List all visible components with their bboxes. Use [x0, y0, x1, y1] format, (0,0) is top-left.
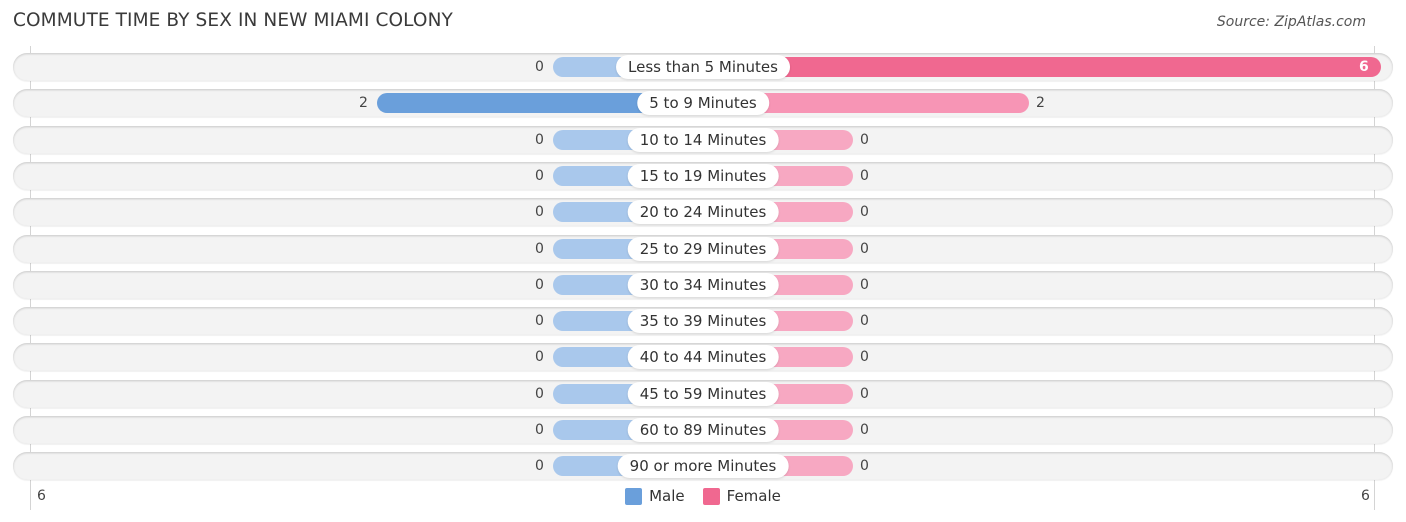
- value-label-male: 0: [535, 277, 544, 293]
- source-label: Source: ZipAtlas.com: [1216, 14, 1366, 30]
- value-label-male: 0: [535, 204, 544, 220]
- value-label-female: 0: [860, 241, 869, 257]
- value-label-male: 0: [535, 422, 544, 438]
- legend-swatch-female: [702, 487, 720, 505]
- category-label: 90 or more Minutes: [617, 454, 789, 478]
- value-label-female: 0: [860, 277, 869, 293]
- category-label: 30 to 34 Minutes: [627, 273, 779, 297]
- value-label-male: 0: [535, 458, 544, 474]
- value-label-male: 0: [535, 59, 544, 75]
- chart-title: COMMUTE TIME BY SEX IN NEW MIAMI COLONY: [13, 10, 453, 31]
- value-label-male: 0: [535, 349, 544, 365]
- legend: Male Female: [0, 487, 1406, 505]
- value-label-male: 0: [535, 313, 544, 329]
- legend-label-female: Female: [726, 487, 781, 505]
- category-label: 10 to 14 Minutes: [627, 128, 779, 152]
- category-label: Less than 5 Minutes: [616, 55, 790, 79]
- value-label-female: 0: [860, 204, 869, 220]
- legend-item-female[interactable]: Female: [702, 487, 781, 505]
- value-label-female: 0: [860, 349, 869, 365]
- legend-swatch-male: [625, 487, 643, 505]
- category-label: 35 to 39 Minutes: [627, 309, 779, 333]
- category-label: 5 to 9 Minutes: [637, 91, 769, 115]
- value-label-male: 0: [535, 132, 544, 148]
- legend-label-male: Male: [649, 487, 685, 505]
- category-label: 25 to 29 Minutes: [627, 237, 779, 261]
- category-label: 20 to 24 Minutes: [627, 200, 779, 224]
- value-label-female: 0: [860, 132, 869, 148]
- value-label-female: 0: [860, 313, 869, 329]
- category-label: 40 to 44 Minutes: [627, 345, 779, 369]
- value-label-male: 0: [535, 168, 544, 184]
- value-label-female: 0: [860, 458, 869, 474]
- value-label-female: 6: [1359, 59, 1369, 75]
- value-label-female: 0: [860, 422, 869, 438]
- value-label-male: 0: [535, 241, 544, 257]
- value-label-female: 2: [1036, 95, 1045, 111]
- category-label: 15 to 19 Minutes: [627, 164, 779, 188]
- value-label-female: 0: [860, 168, 869, 184]
- legend-item-male[interactable]: Male: [625, 487, 685, 505]
- value-label-female: 0: [860, 386, 869, 402]
- value-label-male: 0: [535, 386, 544, 402]
- value-label-male: 2: [359, 95, 368, 111]
- category-label: 60 to 89 Minutes: [627, 418, 779, 442]
- bar-female[interactable]: [703, 57, 1381, 77]
- category-label: 45 to 59 Minutes: [627, 382, 779, 406]
